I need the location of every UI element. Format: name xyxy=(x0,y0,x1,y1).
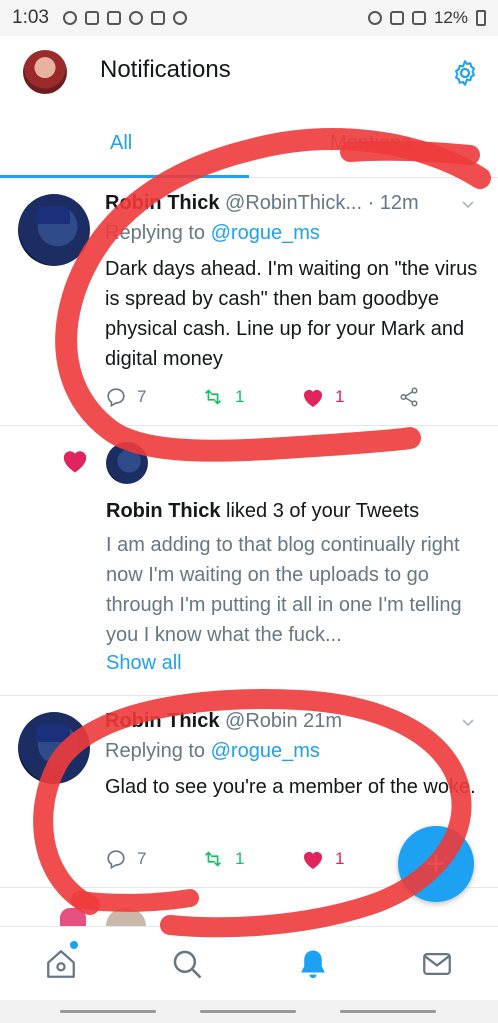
author-handle: @RobinThick... xyxy=(225,192,363,214)
tab-mentions[interactable]: Mentions xyxy=(330,132,411,155)
replying-to: Replying to @rogue_ms xyxy=(105,740,320,763)
compose-tweet-button[interactable]: + xyxy=(398,826,474,902)
liker-name[interactable]: Robin Thick xyxy=(106,500,220,522)
tweet-header: Robin Thick @Robin 21m xyxy=(105,710,342,733)
partial-avatar xyxy=(106,908,146,926)
chevron-down-icon[interactable] xyxy=(460,196,476,212)
like-button[interactable]: 1 xyxy=(301,386,344,408)
author-handle: @Robin xyxy=(225,710,298,732)
system-recent-button[interactable] xyxy=(60,1010,156,1013)
alarm-status-icon xyxy=(367,11,382,25)
replying-to-mention[interactable]: @rogue_ms xyxy=(211,222,320,244)
tweet-card[interactable]: Robin Thick @RobinThick... · 12m Replyin… xyxy=(0,178,498,426)
bottom-nav xyxy=(0,926,498,1000)
replying-to-mention[interactable]: @rogue_ms xyxy=(211,740,320,762)
mail-status-icon xyxy=(150,11,165,25)
status-time: 1:03 xyxy=(12,7,49,28)
system-nav-bar xyxy=(0,1000,498,1023)
lock-status-icon xyxy=(172,11,187,25)
liked-tweet-text: I am adding to that blog continually rig… xyxy=(106,534,462,646)
reply-button[interactable]: 7 xyxy=(105,386,146,408)
share-button[interactable] xyxy=(397,386,421,408)
home-icon[interactable] xyxy=(44,947,78,981)
heart-status-icon xyxy=(128,11,143,25)
battery-percent: 12% xyxy=(433,8,468,27)
search-icon[interactable] xyxy=(170,947,204,981)
gear-icon[interactable] xyxy=(450,58,480,88)
reply-button[interactable]: 7 xyxy=(105,848,146,870)
chevron-down-icon[interactable] xyxy=(460,714,476,730)
heart-filled-icon xyxy=(304,390,322,407)
tweet-text: Glad to see you're a member of the woke. xyxy=(105,776,476,798)
share-icon xyxy=(400,387,418,407)
heart-icon xyxy=(60,908,86,928)
notification-action: liked 3 of your Tweets xyxy=(226,500,420,522)
show-all-link[interactable]: Show all xyxy=(106,652,182,675)
heart-filled-icon xyxy=(304,852,322,869)
like-notification[interactable]: Robin Thick liked 3 of your Tweets I am … xyxy=(0,426,498,696)
tweet-time: · 12m xyxy=(367,192,419,214)
system-back-button[interactable] xyxy=(340,1010,436,1013)
video-status-icon-2 xyxy=(106,11,121,25)
reply-count: 7 xyxy=(137,849,147,868)
liker-avatar[interactable] xyxy=(106,442,148,484)
status-bar: 1:03 12% xyxy=(0,0,498,36)
user-status-icon xyxy=(62,11,77,25)
tweet-text: Dark days ahead. I'm waiting on "the vir… xyxy=(105,258,478,370)
like-button[interactable]: 1 xyxy=(301,848,344,870)
like-count: 1 xyxy=(335,849,345,868)
notification-tabs: All Mentions xyxy=(0,112,498,178)
tweet-header: Robin Thick @RobinThick... · 12m xyxy=(105,192,419,215)
status-left: 1:03 xyxy=(12,7,187,29)
reply-count: 7 xyxy=(137,387,147,406)
tweet-actions: 7 1 1 xyxy=(105,386,485,410)
retweet-button[interactable]: 1 xyxy=(201,848,244,870)
bell-icon[interactable] xyxy=(296,947,330,981)
video-status-icon xyxy=(84,11,99,25)
tab-all[interactable]: All xyxy=(110,132,132,155)
mute-status-icon xyxy=(389,11,404,25)
tweet-time: 21m xyxy=(303,710,343,732)
replying-to: Replying to @rogue_ms xyxy=(105,222,320,245)
retweet-icon xyxy=(205,851,221,867)
author-avatar[interactable] xyxy=(18,712,90,784)
reply-icon xyxy=(107,388,125,408)
retweet-count: 1 xyxy=(235,387,245,406)
reply-icon xyxy=(107,850,125,870)
author-avatar[interactable] xyxy=(18,194,90,266)
page-title: Notifications xyxy=(100,56,231,83)
replying-to-label: Replying to xyxy=(105,740,206,762)
retweet-button[interactable]: 1 xyxy=(201,386,244,408)
signal-icon xyxy=(411,11,426,25)
retweet-count: 1 xyxy=(235,849,245,868)
status-right: 12% xyxy=(367,8,486,28)
replying-to-label: Replying to xyxy=(105,222,206,244)
notification-title: Robin Thick liked 3 of your Tweets xyxy=(106,500,419,523)
author-name[interactable]: Robin Thick xyxy=(105,710,219,732)
app-header: Notifications xyxy=(0,36,498,112)
author-name[interactable]: Robin Thick xyxy=(105,192,219,214)
battery-icon xyxy=(476,10,486,26)
new-content-dot xyxy=(70,941,78,949)
system-home-button[interactable] xyxy=(200,1010,296,1013)
heart-icon xyxy=(63,451,87,473)
retweet-icon xyxy=(205,389,221,405)
mail-icon[interactable] xyxy=(420,947,454,981)
like-count: 1 xyxy=(335,387,345,406)
profile-avatar[interactable] xyxy=(23,50,67,94)
